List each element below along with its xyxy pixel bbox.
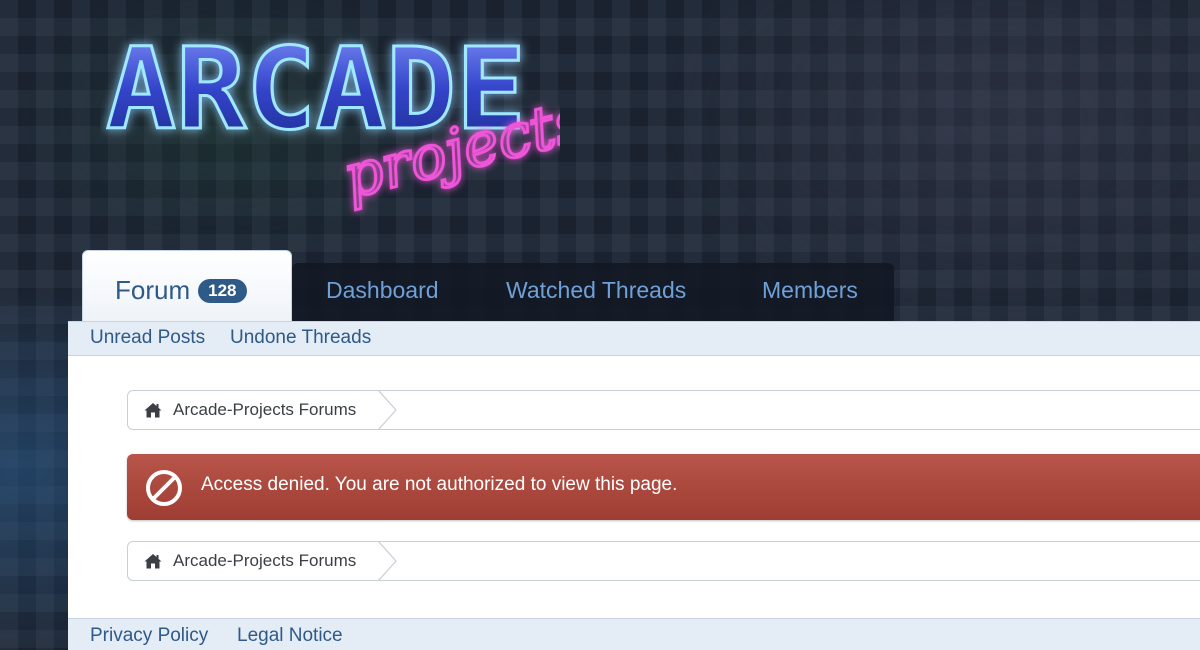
breadcrumb-bottom: Arcade-Projects Forums	[127, 541, 1200, 581]
home-icon	[144, 403, 162, 418]
tab-forum[interactable]: Forum 128	[82, 250, 292, 322]
tab-forum-label: Forum	[115, 275, 191, 305]
home-icon	[144, 554, 162, 569]
legal-notice-link[interactable]: Legal Notice	[237, 625, 343, 647]
no-entry-icon	[146, 470, 182, 506]
sub-navigation: Unread Posts Undone Threads	[68, 321, 1200, 356]
site-logo[interactable]: ARCADE projects	[100, 10, 561, 230]
breadcrumb-home-link[interactable]: Arcade-Projects Forums	[128, 391, 364, 429]
notification-badge: 128	[198, 279, 247, 303]
breadcrumb-label: Arcade-Projects Forums	[173, 551, 357, 570]
footer: Privacy Policy Legal Notice	[68, 618, 1200, 650]
undone-threads-link[interactable]: Undone Threads	[230, 327, 371, 349]
breadcrumb-label: Arcade-Projects Forums	[173, 400, 357, 419]
tab-watched-threads[interactable]: Watched Threads	[506, 263, 686, 322]
unread-posts-link[interactable]: Unread Posts	[90, 327, 205, 349]
tab-dashboard[interactable]: Dashboard	[326, 263, 439, 322]
privacy-policy-link[interactable]: Privacy Policy	[90, 625, 208, 647]
tab-members[interactable]: Members	[762, 263, 858, 322]
error-message: Access denied. You are not authorized to…	[201, 474, 678, 495]
breadcrumb-bottom-home-link[interactable]: Arcade-Projects Forums	[128, 542, 364, 580]
breadcrumb-separator-icon	[378, 390, 397, 430]
main-content: Arcade-Projects Forums Access denied. Yo…	[68, 356, 1200, 618]
access-denied-alert: Access denied. You are not authorized to…	[127, 454, 1200, 520]
breadcrumb: Arcade-Projects Forums	[127, 390, 1200, 430]
breadcrumb-separator-icon	[378, 541, 397, 581]
